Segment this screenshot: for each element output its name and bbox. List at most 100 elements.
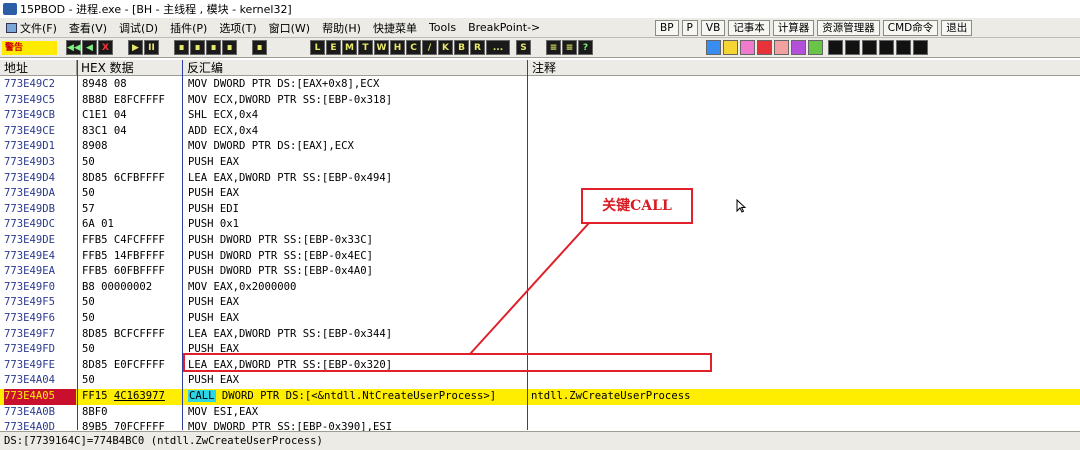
menu-view[interactable]: 查看(V): [63, 20, 113, 36]
instruction-row[interactable]: 773E49DE FFB5 C4FCFFFF PUSH DWORD PTR SS:[…: [0, 233, 1080, 249]
toolbar-button-modules[interactable]: E: [326, 40, 341, 55]
menu-shortcuts[interactable]: 快捷菜单: [367, 20, 423, 36]
instruction-row[interactable]: 773E49F6 50 PUSH EAX: [0, 311, 1080, 327]
instruction-row[interactable]: 773E49D4 8D85 6CFBFFFF LEA EAX,DWORD PTR S…: [0, 171, 1080, 187]
plugin-icon[interactable]: [757, 40, 772, 55]
toolbar-button-execute-till-return[interactable]: ∎: [252, 40, 267, 55]
explorer-button[interactable]: 资源管理器: [817, 20, 880, 36]
column-header-address[interactable]: 地址: [0, 60, 77, 76]
selected-instruction-row[interactable]: 773E4A05 FF15 4C163977 CALL DWORD PTR DS:[…: [0, 389, 1080, 405]
plugin-icon[interactable]: [723, 40, 738, 55]
column-header-hex[interactable]: HEX 数据: [77, 60, 183, 76]
instruction-row[interactable]: 773E49D1 8908 MOV DWORD PTR DS:[EAX],ECX: [0, 139, 1080, 155]
instruction-disasm: SHL ECX,0x4: [188, 109, 259, 122]
instruction-hex: B8 00000002: [82, 280, 153, 293]
menu-file[interactable]: 文件(F): [0, 20, 63, 36]
menu-plugins[interactable]: 插件(P): [164, 20, 213, 36]
instruction-address: 773E49F6: [4, 312, 56, 324]
instruction-comment: [531, 327, 1071, 343]
menu-tools[interactable]: Tools: [423, 21, 462, 34]
toolbar-button-patches[interactable]: /: [422, 40, 437, 55]
calculator-button[interactable]: 计算器: [772, 20, 815, 36]
toolbar-button-source[interactable]: S: [516, 40, 531, 55]
instruction-row[interactable]: 773E49DB 57 PUSH EDI: [0, 202, 1080, 218]
instruction-hex: 57: [82, 202, 95, 215]
instruction-disasm: PUSH EAX: [188, 312, 240, 324]
notepad-button[interactable]: 记事本: [728, 20, 770, 36]
toolbar-button-restart[interactable]: ◀: [82, 40, 97, 55]
instruction-comment: [531, 264, 1071, 280]
instruction-row[interactable]: 773E49FE 8D85 E0FCFFFF LEA EAX,DWORD PTR S…: [0, 358, 1080, 374]
plugin-icon[interactable]: [845, 40, 860, 55]
instruction-row[interactable]: 773E4A04 50 PUSH EAX: [0, 373, 1080, 389]
instruction-address: 773E49DA: [4, 187, 56, 200]
instruction-row[interactable]: 773E49C5 8B8D E8FCFFFF MOV ECX,DWORD PTR S…: [0, 93, 1080, 109]
disassembly-listing[interactable]: 773E49C2 8948 08 MOV DWORD PTR DS:[EAX+0x8…: [0, 77, 1080, 449]
menu-window[interactable]: 窗口(W): [263, 20, 316, 36]
plugin-icon[interactable]: [913, 40, 928, 55]
quick-buttons: BP P VB 记事本 计算器 资源管理器 CMD命令 退出: [655, 20, 973, 36]
toolbar-button-log[interactable]: L: [310, 40, 325, 55]
instruction-row[interactable]: 773E49F0 B8 00000002 MOV EAX,0x2000000: [0, 280, 1080, 296]
toolbar-button-help[interactable]: ?: [578, 40, 593, 55]
cmd-button[interactable]: CMD命令: [882, 20, 939, 36]
instruction-hex: 50: [82, 156, 95, 168]
plugin-icon[interactable]: [862, 40, 877, 55]
plugin-icon[interactable]: [828, 40, 843, 55]
toolbar-button-call-stack[interactable]: K: [438, 40, 453, 55]
plugin-icon[interactable]: [774, 40, 789, 55]
toolbar-button-appearance[interactable]: ≡: [562, 40, 577, 55]
instruction-row[interactable]: 773E49DC 6A 01 PUSH 0x1: [0, 217, 1080, 233]
toolbar-button-cpu[interactable]: C: [406, 40, 421, 55]
toolbar-button-close[interactable]: X: [98, 40, 113, 55]
plugin-icon[interactable]: [808, 40, 823, 55]
toolbar-button-breakpoints[interactable]: B: [454, 40, 469, 55]
menu-options[interactable]: 选项(T): [213, 20, 262, 36]
instruction-row[interactable]: 773E49CB C1E1 04 SHL ECX,0x4: [0, 108, 1080, 124]
instruction-row[interactable]: 773E49DA 50 PUSH EAX: [0, 186, 1080, 202]
instruction-disasm: CALL DWORD PTR DS:[<&ntdll.NtCreateUserP…: [188, 389, 528, 405]
plugin-icon[interactable]: [791, 40, 806, 55]
toolbar-button-trace-into[interactable]: ∎: [206, 40, 221, 55]
toolbar-button-pause[interactable]: II: [144, 40, 159, 55]
toolbar-button-run[interactable]: ▶: [128, 40, 143, 55]
toolbar-button-references[interactable]: R: [470, 40, 485, 55]
plugin-icon[interactable]: [879, 40, 894, 55]
instruction-address: 773E49EA: [4, 265, 56, 278]
instruction-row[interactable]: 773E49F5 50 PUSH EAX: [0, 295, 1080, 311]
vb-button[interactable]: VB: [700, 20, 726, 36]
instruction-row[interactable]: 773E49D3 50 PUSH EAX: [0, 155, 1080, 171]
toolbar-button-open[interactable]: ◀◀: [66, 40, 81, 55]
opcode-bytes: FF15: [82, 390, 114, 402]
menu-help[interactable]: 帮助(H): [316, 20, 367, 36]
plugin-icon[interactable]: [896, 40, 911, 55]
exit-button[interactable]: 退出: [941, 20, 973, 36]
toolbar-button-threads[interactable]: T: [358, 40, 373, 55]
toolbar-button-handles[interactable]: H: [390, 40, 405, 55]
plugin-icon[interactable]: [740, 40, 755, 55]
instruction-row[interactable]: 773E49C2 8948 08 MOV DWORD PTR DS:[EAX+0x8…: [0, 77, 1080, 93]
instruction-address: 773E4A0B: [4, 405, 56, 418]
toolbar-button-step-over[interactable]: ∎: [190, 40, 205, 55]
instruction-row[interactable]: 773E49F7 8D85 BCFCFFFF LEA EAX,DWORD PTR S…: [0, 327, 1080, 343]
column-header-disasm[interactable]: 反汇编: [183, 60, 528, 76]
p-button[interactable]: P: [681, 20, 698, 36]
plugin-icon[interactable]: [706, 40, 721, 55]
bp-button[interactable]: BP: [655, 20, 679, 36]
instruction-row[interactable]: 773E49E4 FFB5 14FBFFFF PUSH DWORD PTR SS:[…: [0, 249, 1080, 265]
toolbar-button-memory[interactable]: M: [342, 40, 357, 55]
call-operand: DWORD PTR DS:[<&ntdll.NtCreateUserProces…: [221, 390, 497, 402]
toolbar-button-run-trace[interactable]: ...: [486, 40, 510, 55]
toolbar-button-options[interactable]: ≡: [546, 40, 561, 55]
toolbar-button-windows[interactable]: W: [374, 40, 389, 55]
column-header-comment[interactable]: 注释: [528, 60, 1080, 76]
menu-debug[interactable]: 调试(D): [113, 20, 164, 36]
toolbar-button-step-into[interactable]: ∎: [174, 40, 189, 55]
instruction-row[interactable]: 773E49CE 83C1 04 ADD ECX,0x4: [0, 124, 1080, 140]
menu-breakpoint[interactable]: BreakPoint->: [462, 21, 546, 34]
toolbar-button-trace-over[interactable]: ∎: [222, 40, 237, 55]
instruction-row[interactable]: 773E4A0B 8BF0 MOV ESI,EAX: [0, 405, 1080, 421]
instruction-disasm: MOV ECX,DWORD PTR SS:[EBP-0x318]: [188, 93, 393, 106]
instruction-row[interactable]: 773E49FD 50 PUSH EAX: [0, 342, 1080, 358]
instruction-row[interactable]: 773E49EA FFB5 60FBFFFF PUSH DWORD PTR SS:[…: [0, 264, 1080, 280]
